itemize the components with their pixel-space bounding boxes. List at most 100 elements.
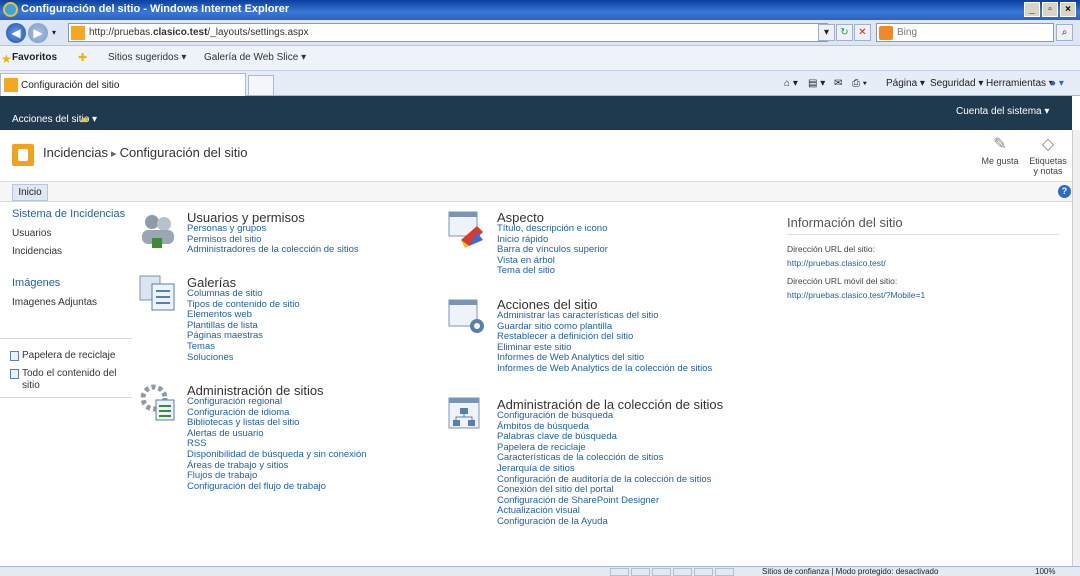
close-icon[interactable]: ×	[1060, 2, 1076, 17]
quick-launch-item-users[interactable]: Usuarios	[12, 228, 132, 239]
link-workflow-settings[interactable]: Configuración del flujo de trabajo	[187, 481, 367, 493]
print-icon[interactable]: ⎙ ▾	[852, 78, 867, 89]
link-solutions[interactable]: Soluciones	[187, 352, 300, 364]
add-favorite-icon[interactable]: ✚	[78, 51, 87, 64]
status-segments	[610, 568, 734, 576]
quick-launch-heading-incidences[interactable]: Sistema de Incidencias	[12, 208, 132, 221]
all-content-icon	[10, 369, 19, 379]
link-manage-features[interactable]: Administrar las características del siti…	[497, 310, 712, 322]
restore-icon[interactable]: ▫	[1042, 2, 1058, 17]
refresh-icon[interactable]: ↻	[836, 24, 853, 41]
site-actions-icon	[447, 296, 487, 336]
quick-launch-item-incidences[interactable]: Incidencias	[12, 246, 132, 257]
help-icon[interactable]: ?	[1058, 185, 1071, 198]
security-menu[interactable]: Seguridad ▾	[930, 78, 983, 89]
page-menu[interactable]: Página ▾	[886, 78, 925, 89]
address-dropdown-icon[interactable]: ▾	[818, 24, 835, 41]
forward-icon[interactable]: ▶	[28, 23, 48, 43]
section-links-collection-admin: Configuración de búsqueda Ámbitos de bús…	[497, 410, 711, 528]
favorites-button[interactable]: Favoritos	[12, 52, 57, 63]
new-tab-button[interactable]	[248, 75, 274, 96]
tools-menu[interactable]: Herramientas ▾	[986, 78, 1054, 89]
minimize-icon[interactable]: _	[1024, 2, 1040, 17]
mail-icon[interactable]: ✉	[834, 78, 842, 89]
site-administration-icon	[138, 382, 178, 422]
vertical-scrollbar[interactable]	[1072, 130, 1080, 566]
mobile-url-link[interactable]: http://pruebas.clasico.test/?Mobile=1	[787, 290, 925, 300]
address-url: http://pruebas.clasico.test/_layouts/set…	[89, 27, 309, 38]
fav-link-webslice[interactable]: Galería de Web Slice ▾	[204, 52, 306, 63]
link-collection-admins[interactable]: Administradores de la colección de sitio…	[187, 245, 359, 256]
window-controls: _ ▫ ×	[1024, 2, 1076, 17]
site-collection-admin-icon	[447, 396, 487, 436]
users-permissions-icon	[138, 210, 178, 250]
link-themes[interactable]: Temas	[187, 341, 300, 353]
recycle-bin-link[interactable]: Papelera de reciclaje	[22, 350, 115, 361]
section-links-users: Personas y grupos Permisos del sitio Adm…	[187, 223, 359, 256]
window-title-bar: Configuración del sitio - Windows Intern…	[0, 0, 1080, 20]
section-links-look: Título, descripción e icono Inicio rápid…	[497, 223, 608, 277]
section-links-galleries: Columnas de sitio Tipos de contenido de …	[187, 288, 300, 364]
favorites-bar: ★ Favoritos ✚ Sitios sugeridos ▾ Galería…	[0, 46, 1080, 71]
site-logo-icon	[12, 144, 34, 166]
link-people-groups[interactable]: Personas y grupos	[187, 223, 359, 235]
back-icon[interactable]: ◀	[6, 23, 26, 43]
help-menu-icon[interactable]: ● ▾	[1050, 78, 1064, 89]
feeds-icon[interactable]: ▤ ▾	[808, 78, 825, 89]
link-site-columns[interactable]: Columnas de sitio	[187, 288, 300, 300]
window-title: Configuración del sitio - Windows Intern…	[21, 3, 290, 15]
tag-icon: ◇	[1041, 136, 1055, 153]
quick-launch-item-attached-images[interactable]: Imagenes Adjuntas	[12, 297, 132, 308]
all-content-link[interactable]: Todo el contenido del sitio	[22, 368, 126, 392]
ie-logo-icon	[3, 2, 18, 17]
history-dropdown-icon[interactable]: ▾	[52, 28, 56, 37]
status-bar: Sitios de confianza | Modo protegido: de…	[0, 566, 1080, 576]
link-regional-settings[interactable]: Configuración regional	[187, 396, 367, 408]
address-toolbar: ◀ ▶ ▾ http://pruebas.clasico.test/_layou…	[0, 20, 1080, 46]
address-input[interactable]: http://pruebas.clasico.test/_layouts/set…	[68, 23, 828, 42]
link-title-description[interactable]: Título, descripción e icono	[497, 223, 608, 235]
top-nav: Inicio ?	[0, 182, 1072, 202]
link-site-theme[interactable]: Tema del sitio	[497, 266, 608, 277]
link-user-alerts[interactable]: Alertas de usuario	[187, 428, 367, 440]
tab-bar: Configuración del sitio ⌂ ▾ ▤ ▾ ✉ ⎙ ▾ Pá…	[0, 71, 1080, 96]
home-icon[interactable]: ⌂ ▾	[784, 78, 798, 89]
sharepoint-ribbon: Acciones del sitio ▾ ▰ Cuenta del sistem…	[0, 96, 1072, 130]
quick-launch: Sistema de Incidencias Usuarios Incidenc…	[12, 208, 132, 308]
section-links-site-admin: Configuración regional Configuración de …	[187, 396, 367, 493]
site-favicon-icon	[71, 26, 85, 40]
mobile-url-label: Dirección URL móvil del sitio:	[787, 276, 898, 286]
account-menu[interactable]: Cuenta del sistema ▾	[956, 106, 1049, 117]
page-title: Configuración del sitio	[119, 145, 248, 160]
site-url-link[interactable]: http://pruebas.clasico.test/	[787, 258, 886, 268]
like-button[interactable]: ✎ Me gusta	[980, 134, 1020, 166]
stop-icon[interactable]: ✕	[854, 24, 871, 41]
like-icon: ✎	[993, 136, 1007, 153]
title-area: Incidencias ▸ Configuración del sitio ✎ Me…	[0, 130, 1072, 182]
favorites-star-icon: ★	[1, 52, 12, 66]
tab-title: Configuración del sitio	[21, 80, 120, 91]
link-help-settings[interactable]: Configuración de la Ayuda	[497, 516, 711, 528]
site-info-divider	[787, 234, 1059, 235]
tab-home[interactable]: Inicio	[12, 184, 48, 201]
tags-notes-button[interactable]: ◇ Etiquetas y notas	[1026, 134, 1070, 176]
site-url-label: Dirección URL del sitio:	[787, 244, 876, 254]
search-input[interactable]: Bing	[876, 23, 1054, 42]
link-collection-analytics[interactable]: Informes de Web Analytics de la colecció…	[497, 363, 712, 375]
galleries-icon	[138, 272, 178, 312]
navigate-up-icon[interactable]: ▰	[80, 113, 88, 126]
status-zone-text[interactable]: Sitios de confianza | Modo protegido: de…	[762, 567, 938, 576]
fav-link-suggested[interactable]: Sitios sugeridos ▾	[108, 52, 186, 63]
link-search-settings[interactable]: Configuración de búsqueda	[497, 410, 711, 422]
breadcrumb: Incidencias ▸ Configuración del sitio	[43, 145, 248, 160]
browser-tab[interactable]: Configuración del sitio	[0, 73, 246, 96]
link-search-offline[interactable]: Disponibilidad de búsqueda y sin conexió…	[187, 449, 367, 461]
quick-launch-heading-images[interactable]: Imágenes	[12, 277, 132, 290]
look-and-feel-icon	[447, 210, 487, 250]
search-icon[interactable]: ⌕	[1056, 24, 1073, 41]
breadcrumb-site-link[interactable]: Incidencias	[43, 145, 108, 160]
tab-favicon-icon	[4, 78, 18, 92]
site-info-heading: Información del sitio	[787, 215, 903, 230]
link-site-hierarchy[interactable]: Jerarquía de sitios	[497, 463, 711, 475]
zoom-level[interactable]: 100%	[1035, 567, 1055, 576]
